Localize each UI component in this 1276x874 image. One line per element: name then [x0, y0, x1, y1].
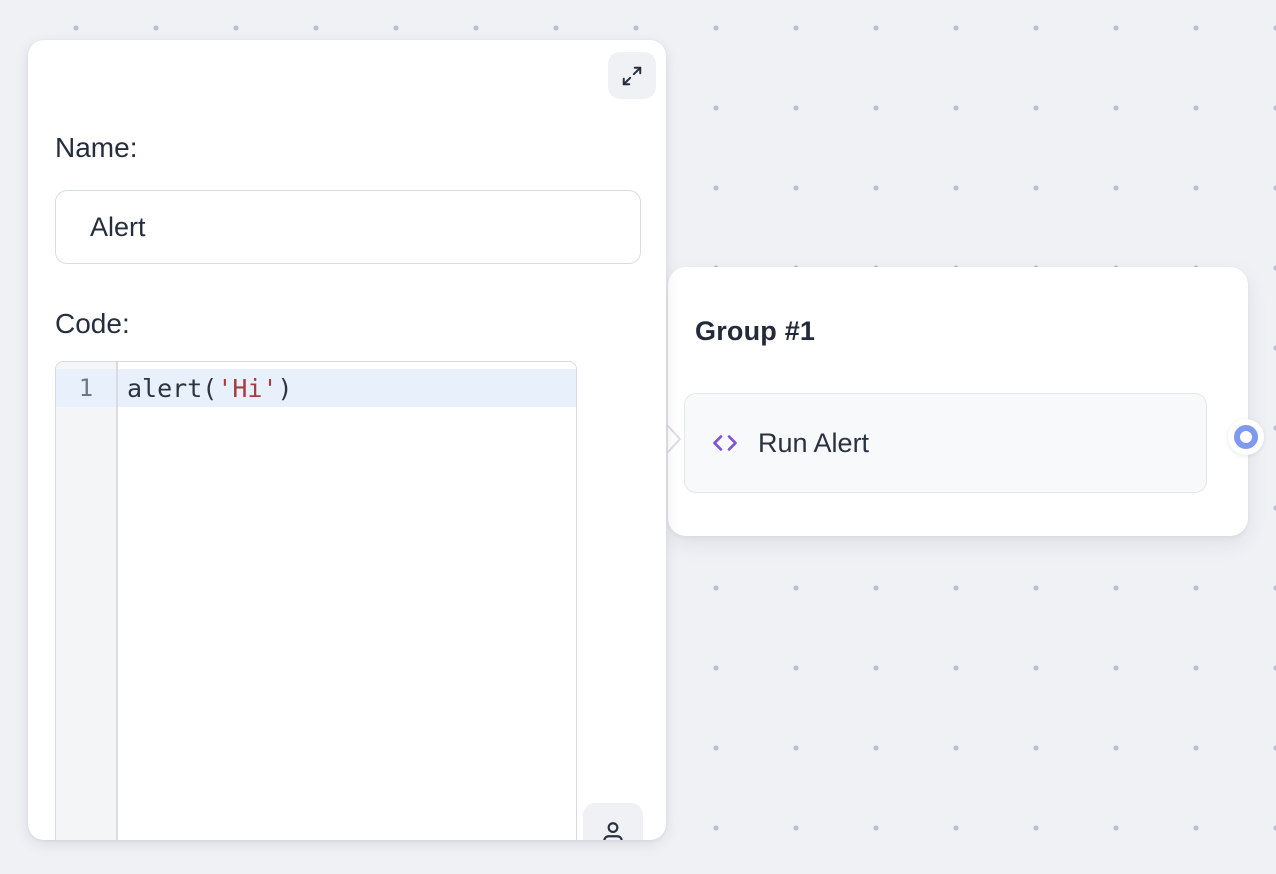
- run-alert-node[interactable]: Run Alert: [684, 393, 1207, 493]
- group-card[interactable]: Group #1 Run Alert: [668, 267, 1248, 536]
- user-button[interactable]: [583, 803, 643, 840]
- code-token-call: alert(: [127, 374, 217, 403]
- line-number: 1: [56, 369, 118, 407]
- edge-connector-chevron-icon: [666, 423, 683, 455]
- code-brackets-icon: [709, 429, 741, 457]
- output-connection-handle[interactable]: [1234, 425, 1258, 449]
- expand-diagonal-icon: [621, 65, 643, 87]
- expand-button[interactable]: [608, 52, 656, 99]
- user-icon: [600, 820, 626, 840]
- node-editor-panel: Name: Code: 1 alert('Hi'): [28, 40, 666, 840]
- line-number-gutter: [56, 362, 118, 840]
- code-token-close: ): [278, 374, 293, 403]
- node-label: Run Alert: [758, 428, 869, 459]
- name-input[interactable]: [55, 190, 641, 264]
- code-token-string: 'Hi': [217, 374, 277, 403]
- name-field-label: Name:: [55, 132, 137, 164]
- code-line-text: alert('Hi'): [118, 374, 293, 403]
- code-field-label: Code:: [55, 308, 130, 340]
- code-editor[interactable]: 1 alert('Hi'): [55, 361, 577, 840]
- group-title: Group #1: [695, 316, 815, 347]
- active-code-line[interactable]: 1 alert('Hi'): [56, 369, 576, 407]
- flow-canvas[interactable]: { "canvas": { "background_color": "#eff1…: [0, 0, 1276, 874]
